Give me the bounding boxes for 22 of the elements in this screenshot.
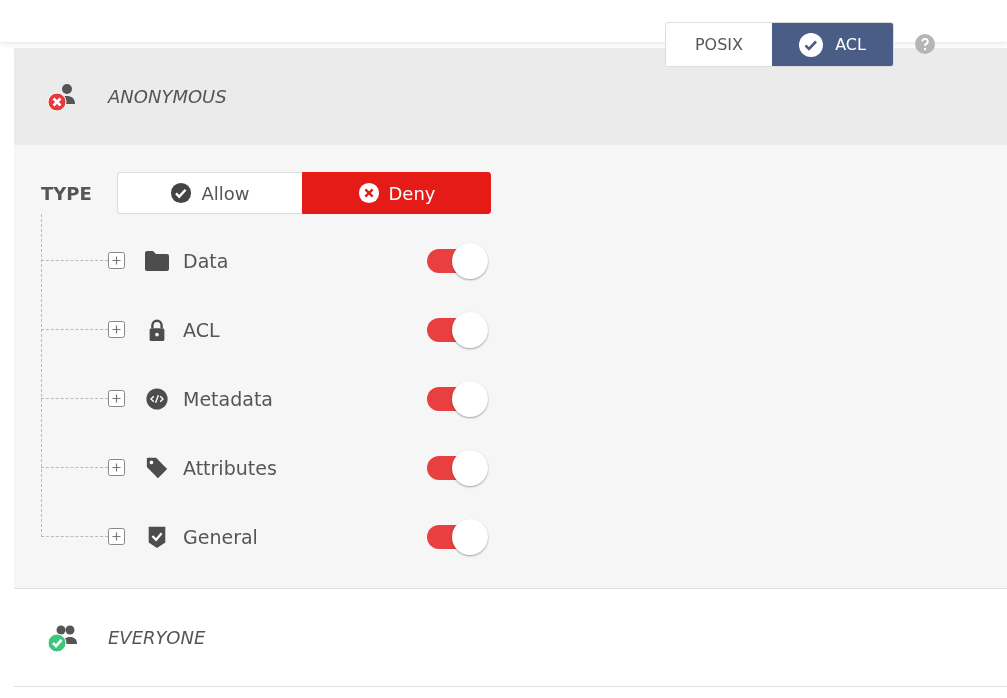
- check-icon: [170, 182, 193, 204]
- folder-icon: [144, 248, 170, 273]
- type-option[interactable]: Allow: [117, 172, 302, 214]
- permission-label: Data: [183, 249, 230, 272]
- expand-icon[interactable]: [108, 390, 125, 407]
- permission-label: Attributes: [183, 456, 278, 479]
- permission-label: General: [183, 525, 259, 548]
- check-icon: [799, 32, 824, 57]
- type-label: TYPE: [41, 182, 93, 204]
- expand-icon[interactable]: [108, 321, 125, 338]
- close-icon: [357, 182, 380, 204]
- expand-icon[interactable]: [108, 252, 125, 269]
- mode-tab[interactable]: ACL: [772, 23, 893, 66]
- expand-icon[interactable]: [108, 459, 125, 476]
- type-option[interactable]: Deny: [302, 172, 491, 214]
- expand-icon[interactable]: [108, 528, 125, 545]
- permission-label: ACL: [183, 318, 221, 341]
- tag-icon: [144, 455, 170, 480]
- permission-label: Metadata: [183, 387, 274, 410]
- code-icon: [144, 386, 170, 411]
- principal-name: EVERYONE: [108, 627, 206, 648]
- principal-name: ANONYMOUS: [108, 86, 227, 107]
